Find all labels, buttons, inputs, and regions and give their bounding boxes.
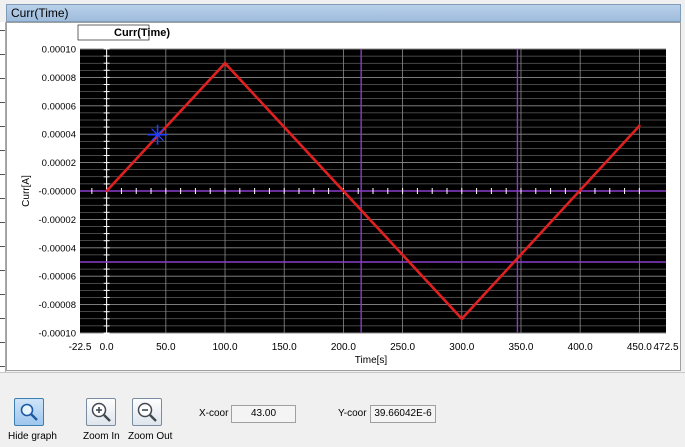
edge-tick-mark (0, 126, 5, 127)
zoom-out-icon (137, 402, 157, 422)
xcoor-field[interactable]: 43.00 (231, 405, 296, 423)
edge-tick-mark (0, 78, 5, 79)
x-axis-label: Time[s] (355, 355, 388, 366)
y-tick-label: 0.00002 (42, 158, 76, 169)
edge-tick-mark (0, 30, 5, 31)
x-tick-label: -22.5 (69, 342, 92, 353)
divider (0, 372, 685, 373)
edge-tick-mark (0, 342, 5, 343)
edge-tick-mark (0, 54, 5, 55)
edge-tick-mark (0, 150, 5, 151)
edge-tick-mark (0, 102, 5, 103)
chart-title: Curr(Time) (114, 27, 170, 39)
hide-graph-label: Hide graph (8, 431, 57, 442)
x-tick-label: 250.0 (390, 342, 415, 353)
x-tick-label: 350.0 (508, 342, 533, 353)
ycoor-field[interactable]: 39.66042E-6 (370, 405, 436, 423)
zoom-out-label: Zoom Out (128, 431, 173, 442)
y-tick-label: 0.00008 (42, 73, 76, 84)
data-point (460, 317, 464, 321)
edge-tick-mark (0, 222, 5, 223)
window-title-bar: Curr(Time) (6, 4, 681, 22)
hide-graph-button[interactable] (14, 398, 44, 426)
edge-tick-mark (0, 270, 5, 271)
x-tick-label: 50.0 (156, 342, 176, 353)
ycoor-label: Y-coor (338, 408, 367, 419)
y-tick-label: 0.00010 (42, 45, 76, 56)
x-tick-label: 400.0 (568, 342, 593, 353)
edge-tick-mark (0, 366, 5, 367)
y-tick-label: -0.00004 (38, 243, 76, 254)
y-tick-label: 0.00006 (42, 101, 76, 112)
edge-tick-mark (0, 294, 5, 295)
magnifier-icon (20, 403, 38, 421)
data-point (638, 124, 641, 128)
x-tick-label: 472.5 (653, 342, 678, 353)
zoom-in-icon (91, 402, 111, 422)
x-tick-label: 0.0 (100, 342, 114, 353)
zoom-in-button[interactable] (86, 398, 116, 426)
x-tick-label: 300.0 (449, 342, 474, 353)
x-tick-label: 200.0 (331, 342, 356, 353)
edge-tick-mark (0, 246, 5, 247)
y-tick-label: -0.00002 (38, 215, 76, 226)
zoom-in-label: Zoom In (83, 431, 120, 442)
chart-panel[interactable]: Curr(Time) -22.5 0.0 50.0 100.0 150.0 200.0 250… (6, 22, 681, 371)
chart-svg[interactable]: Curr(Time) -22.5 0.0 50.0 100.0 150.0 200.0 250… (7, 23, 680, 370)
y-tick-label: -0.00010 (38, 329, 76, 340)
data-point (105, 189, 108, 193)
window-title: Curr(Time) (11, 6, 69, 20)
edge-tick-mark (0, 174, 5, 175)
y-tick-label: -0.00000 (38, 187, 76, 198)
data-point (223, 61, 227, 65)
xcoor-label: X-coor (199, 408, 229, 419)
edge-tick-mark (0, 318, 5, 319)
y-axis-label: Curr[A] (21, 175, 32, 207)
x-tick-label: 450.0 (627, 342, 652, 353)
y-tick-label: -0.00008 (38, 300, 76, 311)
edge-tick-mark (0, 198, 5, 199)
zoom-out-button[interactable] (132, 398, 162, 426)
y-tick-label: 0.00004 (42, 130, 76, 141)
x-tick-label: 100.0 (213, 342, 238, 353)
application-window: Curr(Time) Curr(Time) -22.5 0.0 50.0 100.0 15… (0, 0, 685, 447)
y-tick-label: -0.00006 (38, 272, 76, 283)
x-tick-label: 150.0 (272, 342, 297, 353)
